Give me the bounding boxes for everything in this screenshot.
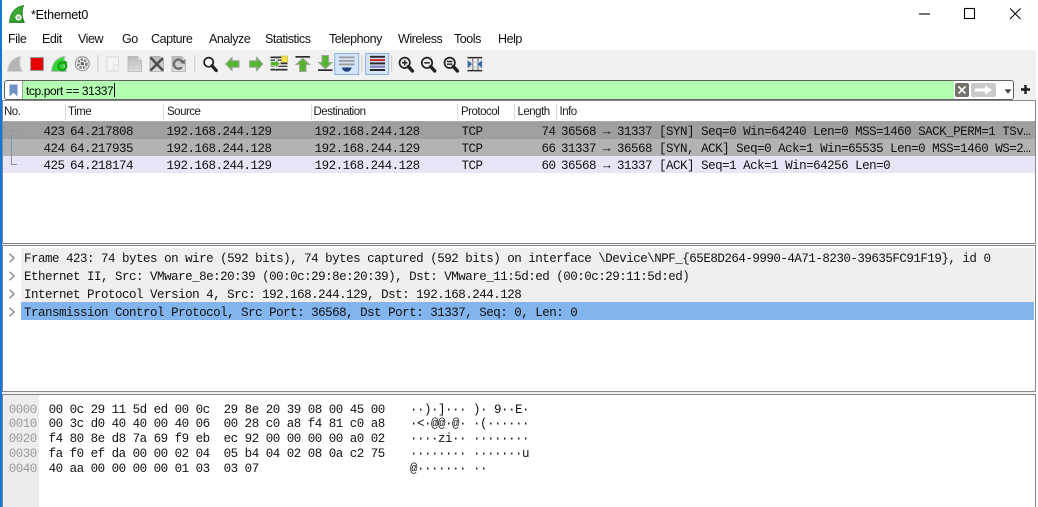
svg-text:010: 010 xyxy=(130,65,139,71)
